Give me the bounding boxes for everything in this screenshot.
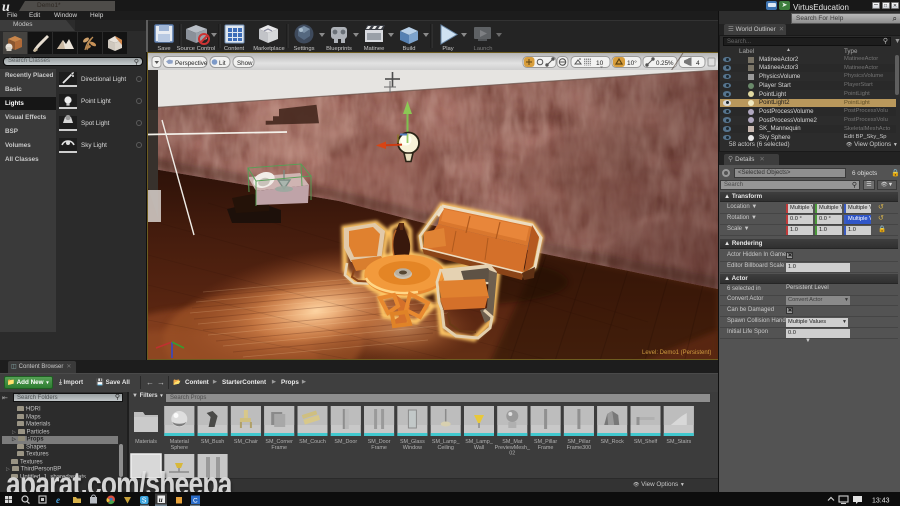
svg-text:SM_Rock: SM_Rock — [601, 439, 625, 445]
svg-text:SM_CornerFrame: SM_Corner Frame — [265, 439, 293, 451]
svg-text:u: u — [159, 496, 163, 504]
svg-text:SM_PillarFrame: SM_Pillar Frame — [534, 439, 557, 451]
svg-text:10°: 10° — [627, 59, 637, 67]
svg-text:SM_Bush: SM_Bush — [201, 439, 224, 445]
svg-text:S: S — [142, 498, 147, 505]
svg-text:0.25%: 0.25% — [656, 60, 674, 67]
svg-text:Materials: Materials — [135, 439, 157, 445]
svg-text:e: e — [56, 495, 60, 505]
svg-text:4: 4 — [696, 60, 700, 67]
svg-text:C: C — [193, 497, 198, 504]
svg-text:SM_DoorFrame: SM_Door Frame — [368, 439, 391, 451]
svg-text:SM_Lamp_Wall: SM_Lamp_ Wall — [465, 439, 494, 451]
svg-text:Level: Demo1 (Persistent): Level: Demo1 (Persistent) — [642, 350, 711, 356]
svg-text:13:43: 13:43 — [872, 498, 890, 505]
svg-text:SM_Lamp_Ceiling: SM_Lamp_ Ceiling — [432, 439, 461, 451]
svg-text:SM_Stairs: SM_Stairs — [666, 439, 691, 445]
svg-text:SM_PillarFrame300: SM_Pillar Frame300 — [567, 439, 592, 451]
svg-text:SM_Shelf: SM_Shelf — [634, 439, 658, 445]
svg-text:SM_MatPreviewMesh_02: SM_Mat PreviewMesh_ 02 — [495, 439, 531, 457]
svg-text:SM_Chair: SM_Chair — [234, 439, 258, 445]
svg-text:Perspective: Perspective — [175, 60, 208, 67]
svg-text:10: 10 — [596, 60, 604, 67]
svg-text:SM_Couch: SM_Couch — [299, 439, 326, 445]
svg-text:MaterialSphere: Material Sphere — [170, 439, 189, 451]
svg-text:SM_Door: SM_Door — [334, 439, 357, 445]
svg-text:Lit: Lit — [219, 60, 226, 67]
svg-text:Show: Show — [237, 60, 253, 67]
svg-text:SM_GlassWindow: SM_Glass Window — [400, 439, 425, 451]
